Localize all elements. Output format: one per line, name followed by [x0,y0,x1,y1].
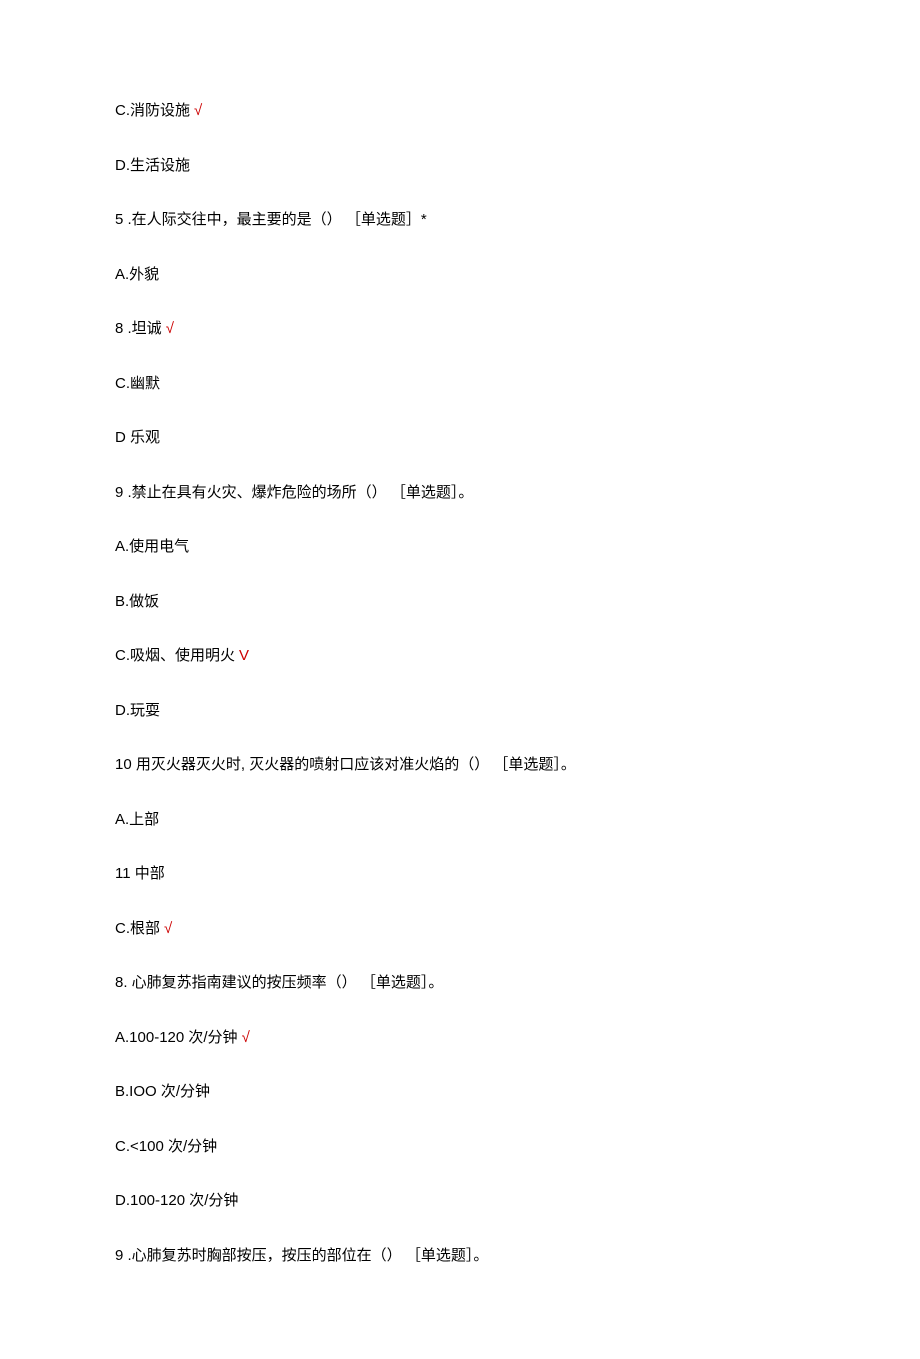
question-line: 5 .在人际交往中，最主要的是（） ［单选题］* [115,209,805,232]
question-line: 9 .禁止在具有火灾、爆炸危险的场所（） ［单选题］。 [115,482,805,505]
answer-text: C.根部 [115,920,160,937]
answer-text: D.生活设施 [115,157,190,174]
answer-line: C.根部√ [115,918,805,941]
answer-text: D.100-120 次/分钟 [115,1192,238,1209]
answer-text: B.IOO 次/分钟 [115,1083,210,1100]
answer-text: 8 .坦诚 [115,320,162,337]
answer-line: A.上部 [115,809,805,832]
answer-line: B.做饭 [115,591,805,614]
answer-text: A.使用电气 [115,538,189,555]
question-text: 9 .禁止在具有火灾、爆炸危险的场所（） ［单选题］。 [115,484,473,501]
answer-text: C.吸烟、使用明火 [115,647,235,664]
answer-text: D 乐观 [115,429,160,446]
answer-line: D.玩耍 [115,700,805,723]
answer-line: B.IOO 次/分钟 [115,1081,805,1104]
answer-text: B.做饭 [115,593,159,610]
answer-text: C.<100 次/分钟 [115,1138,217,1155]
check-icon: √ [194,102,202,119]
answer-text: C.消防设施 [115,102,190,119]
answer-line: D 乐观 [115,427,805,450]
question-text: 5 .在人际交往中，最主要的是（） ［单选题］* [115,211,427,228]
answer-text: C.幽默 [115,375,160,392]
question-line: 8. 心肺复苏指南建议的按压频率（） ［单选题］。 [115,972,805,995]
check-icon: √ [242,1029,250,1046]
question-text: 10 用灭火器灭火时, 灭火器的喷射口应该对准火焰的（） ［单选题］。 [115,756,576,773]
answer-line: 8 .坦诚√ [115,318,805,341]
answer-line: A.使用电气 [115,536,805,559]
answer-text: D.玩耍 [115,702,160,719]
question-text: 8. 心肺复苏指南建议的按压频率（） ［单选题］。 [115,974,443,991]
answer-line: D.100-120 次/分钟 [115,1190,805,1213]
check-icon: V [239,647,249,664]
answer-line: A.100-120 次/分钟√ [115,1027,805,1050]
answer-line: A.外貌 [115,264,805,287]
answer-line: C.幽默 [115,373,805,396]
question-line: 9 .心肺复苏时胸部按压，按压的部位在（） ［单选题］。 [115,1245,805,1268]
answer-text: A.上部 [115,811,159,828]
answer-line: D.生活设施 [115,155,805,178]
question-line: 10 用灭火器灭火时, 灭火器的喷射口应该对准火焰的（） ［单选题］。 [115,754,805,777]
answer-text: A.外貌 [115,266,159,283]
check-icon: √ [166,320,174,337]
check-icon: √ [164,920,172,937]
answer-line: C.<100 次/分钟 [115,1136,805,1159]
question-text: 9 .心肺复苏时胸部按压，按压的部位在（） ［单选题］。 [115,1247,488,1264]
answer-line: 11 中部 [115,863,805,886]
answer-line: C.消防设施√ [115,100,805,123]
answer-text: A.100-120 次/分钟 [115,1029,238,1046]
answer-text: 11 中部 [115,865,165,882]
answer-line: C.吸烟、使用明火V [115,645,805,668]
